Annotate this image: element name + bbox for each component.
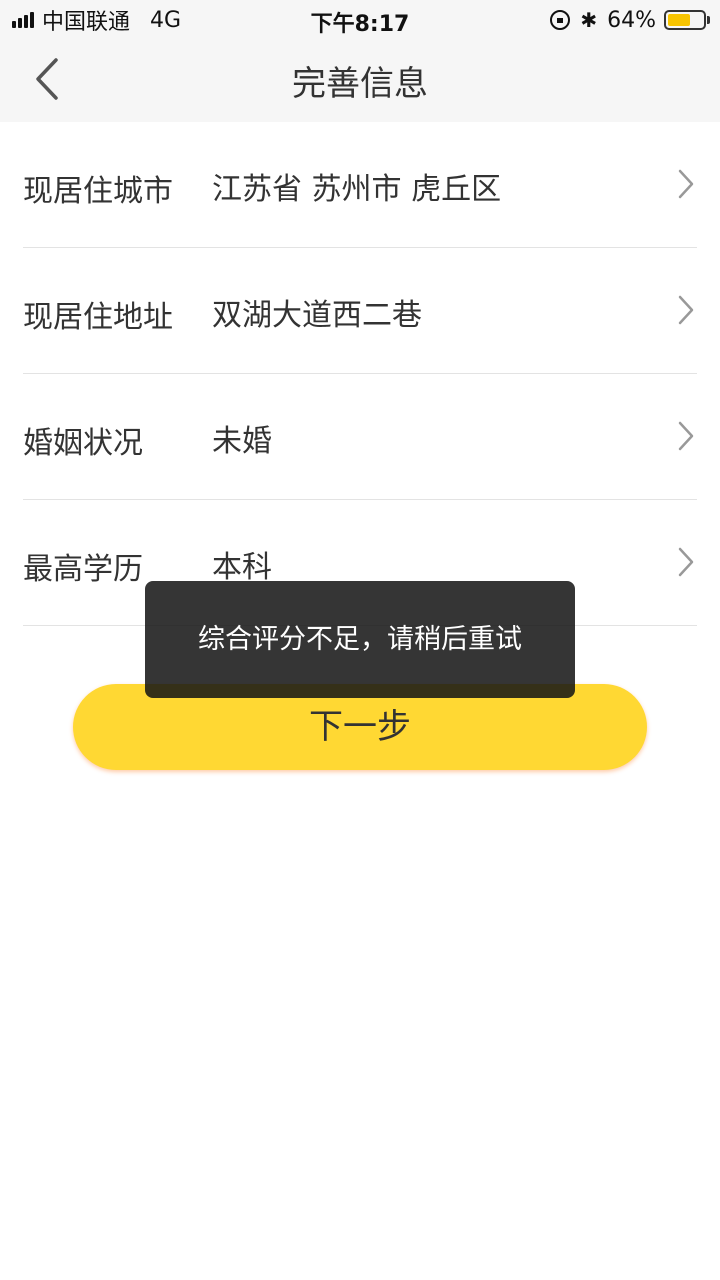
row-value: 本科 <box>212 550 272 585</box>
page-title: 完善信息 <box>292 64 428 104</box>
chevron-right-icon <box>678 547 694 577</box>
row-value: 未婚 <box>212 424 272 459</box>
row-value: 江苏省 苏州市 虎丘区 <box>212 172 502 207</box>
screen: 中国联通 4G 下午8:17 ✱ 64% 完善信息 现居住城市 江苏省 苏州市 … <box>0 0 720 1280</box>
nav-bar: 完善信息 <box>0 40 720 122</box>
chevron-right-icon <box>678 169 694 199</box>
form-list: 现居住城市 江苏省 苏州市 虎丘区 现居住地址 双湖大道西二巷 婚姻状况 未婚 … <box>0 122 720 626</box>
row-label: 现居住城市 <box>23 174 173 209</box>
status-bar: 中国联通 4G 下午8:17 ✱ 64% <box>0 0 720 40</box>
row-label: 婚姻状况 <box>23 426 143 461</box>
form-row-address[interactable]: 现居住地址 双湖大道西二巷 <box>23 248 697 374</box>
battery-cap <box>707 16 710 24</box>
status-right: ✱ 64% <box>550 5 710 35</box>
form-row-marital-status[interactable]: 婚姻状况 未婚 <box>23 374 697 500</box>
toast-message: 综合评分不足，请稍后重试 <box>145 581 575 698</box>
form-row-city[interactable]: 现居住城市 江苏省 苏州市 虎丘区 <box>23 122 697 248</box>
row-value: 双湖大道西二巷 <box>212 298 422 333</box>
battery-icon <box>664 10 706 30</box>
battery-percent: 64% <box>607 7 656 33</box>
chevron-right-icon <box>678 295 694 325</box>
chevron-right-icon <box>678 421 694 451</box>
bluetooth-icon: ✱ <box>580 8 598 32</box>
row-label: 现居住地址 <box>23 300 173 335</box>
orientation-lock-icon <box>550 10 571 30</box>
row-label: 最高学历 <box>23 552 143 587</box>
battery-fill <box>668 14 690 26</box>
